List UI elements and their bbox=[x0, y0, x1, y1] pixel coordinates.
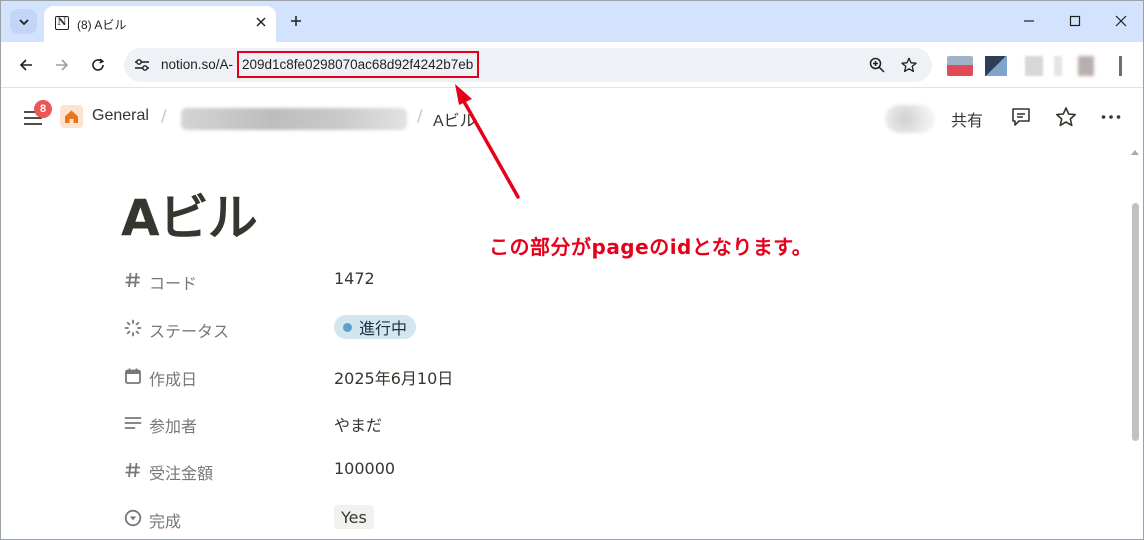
more-options-button[interactable] bbox=[1099, 105, 1123, 129]
maximize-icon bbox=[1069, 15, 1081, 27]
comments-button[interactable] bbox=[1009, 105, 1033, 129]
notification-badge: 8 bbox=[34, 100, 52, 118]
property-row-order-amount[interactable]: 受注金額 100000 bbox=[123, 455, 723, 485]
property-row-completed[interactable]: 完成 Yes bbox=[123, 503, 723, 533]
breadcrumb-separator: / bbox=[417, 106, 423, 125]
extension-icon[interactable] bbox=[1054, 56, 1062, 76]
reload-icon bbox=[92, 58, 105, 71]
collaborator-avatars[interactable] bbox=[885, 105, 935, 133]
tab-strip: N (8) Aビル bbox=[1, 1, 1143, 42]
workspace-icon[interactable] bbox=[60, 105, 83, 128]
bookmark-button[interactable] bbox=[900, 56, 918, 74]
url-prefix: notion.so/A- bbox=[161, 57, 234, 72]
close-icon bbox=[1115, 15, 1127, 27]
extension-icon[interactable] bbox=[985, 56, 1007, 76]
browser-menu-button[interactable] bbox=[1119, 56, 1122, 76]
select-value: Yes bbox=[341, 507, 367, 527]
property-row-status[interactable]: ステータス 進行中 bbox=[123, 313, 723, 343]
annotation-arrow bbox=[455, 84, 520, 199]
chevron-down-icon bbox=[18, 18, 29, 25]
scroll-up-arrow-icon[interactable] bbox=[1130, 147, 1140, 157]
status-badge[interactable]: 進行中 bbox=[334, 315, 417, 339]
star-icon bbox=[1056, 107, 1076, 127]
zoom-button[interactable] bbox=[868, 56, 886, 74]
share-button[interactable]: 共有 bbox=[951, 107, 983, 131]
forward-button[interactable] bbox=[51, 54, 73, 76]
back-button[interactable] bbox=[15, 54, 37, 76]
extension-icon[interactable] bbox=[947, 56, 973, 76]
property-label: ステータス bbox=[149, 322, 230, 341]
tune-icon bbox=[135, 59, 149, 71]
site-info-button[interactable] bbox=[133, 56, 151, 74]
scrollbar-thumb[interactable] bbox=[1132, 203, 1139, 441]
comment-icon bbox=[1012, 108, 1030, 126]
more-horizontal-icon bbox=[1101, 115, 1121, 119]
select-icon bbox=[123, 508, 143, 528]
property-label: 受注金額 bbox=[149, 464, 214, 483]
browser-window: N (8) Aビル notion.so/A- 209d1c8fe0298070a… bbox=[0, 0, 1144, 540]
property-value[interactable]: やまだ bbox=[334, 412, 382, 436]
number-icon bbox=[123, 270, 143, 290]
status-dot bbox=[343, 322, 352, 332]
reload-button[interactable] bbox=[87, 54, 109, 76]
property-label: 参加者 bbox=[149, 417, 198, 436]
calendar-icon bbox=[123, 366, 143, 386]
browser-tab[interactable]: N (8) Aビル bbox=[44, 6, 276, 42]
page-title[interactable]: Aビル bbox=[121, 187, 258, 249]
plus-icon bbox=[291, 16, 301, 26]
browser-toolbar: notion.so/A- 209d1c8fe0298070ac68d92f424… bbox=[1, 42, 1143, 88]
annotation-text: この部分がpageのidとなります。 bbox=[489, 235, 813, 259]
property-value[interactable]: 1472 bbox=[334, 269, 375, 288]
close-window-button[interactable] bbox=[1106, 7, 1136, 35]
status-value: 進行中 bbox=[359, 319, 408, 338]
home-icon bbox=[65, 110, 78, 123]
star-icon bbox=[901, 57, 917, 73]
property-row-participants[interactable]: 参加者 やまだ bbox=[123, 408, 723, 438]
property-label: 作成日 bbox=[149, 370, 198, 389]
minimize-icon bbox=[1024, 20, 1034, 22]
status-icon bbox=[123, 318, 143, 338]
arrow-left-icon bbox=[19, 59, 32, 71]
breadcrumb-workspace[interactable]: General bbox=[92, 107, 149, 125]
notion-icon: N bbox=[55, 16, 69, 30]
tab-close-button[interactable] bbox=[252, 13, 270, 31]
property-row-code[interactable]: コード 1472 bbox=[123, 265, 723, 295]
select-tag[interactable]: Yes bbox=[334, 505, 374, 529]
new-tab-button[interactable] bbox=[285, 10, 307, 32]
tab-title: (8) Aビル bbox=[77, 18, 127, 32]
favorite-button[interactable] bbox=[1054, 105, 1078, 129]
property-label: 完成 bbox=[149, 512, 182, 531]
notion-topbar: 8 General / / Aビル 共有 bbox=[1, 89, 1143, 145]
tab-search-button[interactable] bbox=[10, 9, 37, 34]
breadcrumb-redacted[interactable] bbox=[181, 108, 407, 130]
breadcrumb-separator: / bbox=[161, 106, 167, 125]
close-icon bbox=[256, 17, 266, 27]
extension-icon[interactable] bbox=[1025, 56, 1043, 76]
property-row-created-date[interactable]: 作成日 2025年6月10日 bbox=[123, 361, 723, 391]
property-value[interactable]: 2025年6月10日 bbox=[334, 365, 453, 389]
minimize-button[interactable] bbox=[1014, 7, 1044, 35]
arrow-right-icon bbox=[56, 59, 69, 71]
property-value[interactable]: 100000 bbox=[334, 459, 395, 478]
maximize-button[interactable] bbox=[1060, 7, 1090, 35]
number-icon bbox=[123, 460, 143, 480]
zoom-icon bbox=[869, 57, 885, 73]
text-icon bbox=[123, 413, 143, 433]
property-label: コード bbox=[149, 274, 198, 293]
profile-avatar[interactable] bbox=[1078, 56, 1094, 76]
